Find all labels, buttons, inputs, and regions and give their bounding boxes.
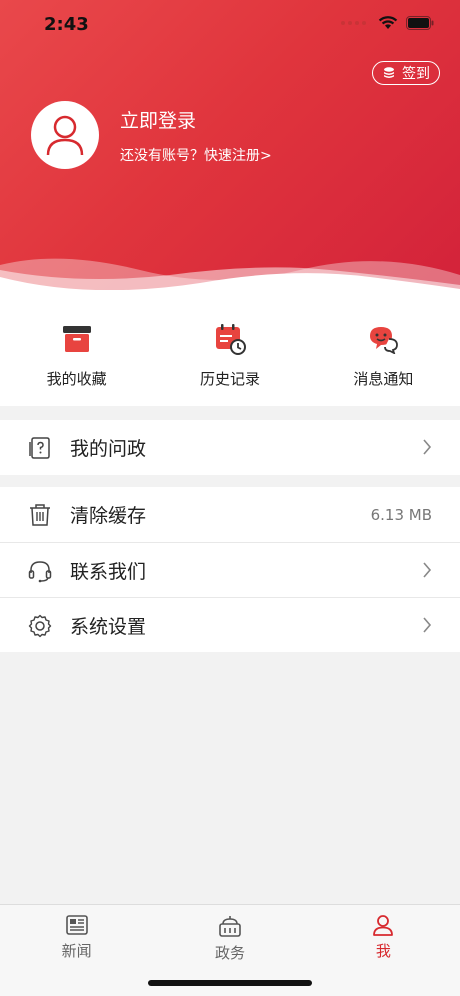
quick-favorites-label: 我的收藏 (46, 370, 107, 388)
cache-size-value: 6.13 MB (370, 505, 432, 524)
chevron-right-icon (423, 617, 432, 633)
profile-header: 2:43 签到 立即登录 还没有账号？快速注册> (0, 0, 460, 300)
calendar-clock-icon (215, 324, 246, 355)
headset-icon (28, 561, 52, 583)
status-time: 2:43 (44, 14, 89, 35)
menu-my-questions[interactable]: 我的问政 (0, 420, 460, 475)
quick-actions: 我的收藏 历史记录 消息通知 (0, 290, 460, 406)
quick-notifications[interactable]: 消息通知 (307, 290, 460, 406)
government-building-icon (219, 916, 241, 937)
menu-system-settings[interactable]: 系统设置 (0, 597, 460, 652)
menu-contact-us-label: 联系我们 (70, 560, 147, 583)
gear-icon (28, 614, 52, 638)
chevron-right-icon (423, 562, 432, 578)
menu-group-questions: 我的问政 (0, 420, 460, 475)
menu-group-settings: 清除缓存 6.13 MB 联系我们 系统设置 (0, 487, 460, 652)
menu-clear-cache[interactable]: 清除缓存 6.13 MB (0, 487, 460, 542)
login-title[interactable]: 立即登录 (120, 106, 196, 133)
chevron-right-icon (423, 439, 432, 455)
tab-news-label: 新闻 (61, 942, 92, 960)
battery-icon (406, 16, 434, 30)
quick-history-label: 历史记录 (199, 370, 260, 388)
trash-icon (30, 504, 50, 526)
avatar[interactable] (31, 101, 99, 169)
menu-clear-cache-label: 清除缓存 (70, 505, 147, 527)
menu-my-questions-label: 我的问政 (70, 438, 147, 460)
quick-history[interactable]: 历史记录 (153, 290, 306, 406)
coin-stack-icon (384, 67, 394, 78)
tab-me[interactable]: 我 (307, 905, 460, 996)
home-indicator (148, 980, 312, 986)
chat-bubble-icon (370, 327, 399, 354)
checkin-label: 签到 (402, 66, 430, 82)
signal-icon (341, 21, 366, 25)
wifi-icon (378, 16, 398, 29)
register-link[interactable]: 还没有账号？快速注册> (120, 145, 272, 165)
checkin-button[interactable]: 签到 (372, 61, 440, 85)
tab-government-label: 政务 (214, 944, 245, 962)
status-icons (341, 16, 434, 30)
person-icon (373, 915, 394, 936)
tab-news[interactable]: 新闻 (0, 905, 153, 996)
quick-notifications-label: 消息通知 (353, 370, 414, 388)
menu-contact-us[interactable]: 联系我们 (0, 542, 460, 597)
tab-me-label: 我 (375, 942, 391, 960)
status-bar: 2:43 (0, 0, 460, 52)
menu-system-settings-label: 系统设置 (70, 615, 147, 638)
user-avatar-icon (46, 115, 84, 156)
question-doc-icon (29, 437, 50, 459)
archive-box-icon (62, 326, 91, 352)
newspaper-icon (65, 915, 88, 935)
quick-favorites[interactable]: 我的收藏 (0, 290, 153, 406)
